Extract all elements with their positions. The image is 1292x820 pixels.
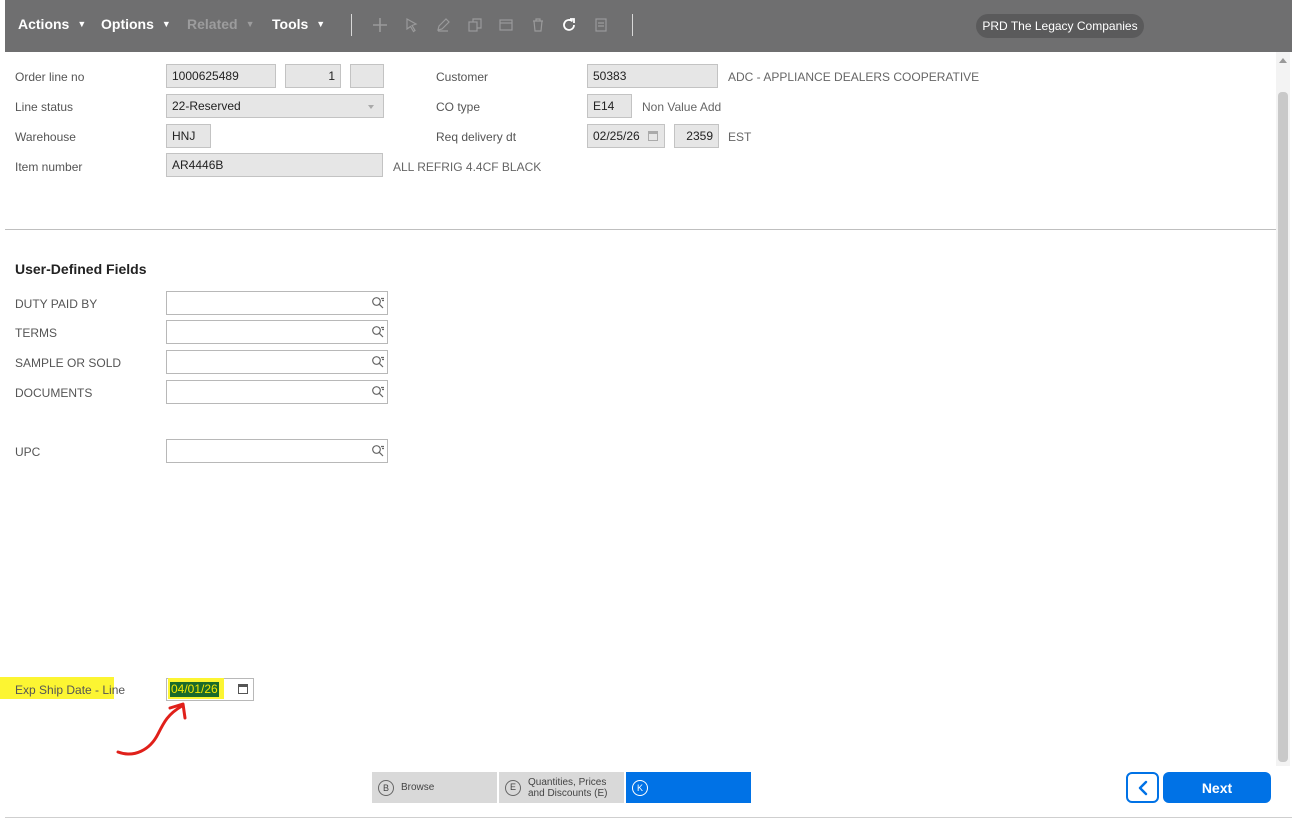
lookup-icon[interactable] — [371, 444, 385, 458]
warehouse-field[interactable]: HNJ — [166, 124, 211, 148]
terms-input[interactable] — [166, 320, 388, 344]
item-number-value: AR4446B — [172, 158, 224, 172]
customer-field[interactable]: 50383 — [587, 64, 718, 88]
exp-ship-date-label: Exp Ship Date - Line — [15, 683, 126, 697]
udf-label: SAMPLE OR SOLD — [15, 356, 122, 370]
line-status-select[interactable]: 22-Reserved — [166, 94, 384, 118]
udf-label: TERMS — [15, 326, 57, 340]
customer-label: Customer — [436, 70, 489, 84]
upc-input[interactable] — [166, 439, 388, 463]
tab-key-badge: B — [378, 779, 394, 796]
actions-menu-label: Actions — [18, 16, 70, 32]
co-type-label: CO type — [436, 100, 481, 114]
scroll-up-arrow-icon[interactable] — [1279, 58, 1287, 63]
lookup-icon[interactable] — [371, 296, 385, 310]
back-button[interactable] — [1126, 772, 1159, 803]
udf-label: DOCUMENTS — [15, 386, 93, 400]
lookup-icon[interactable] — [371, 325, 385, 339]
documents-input[interactable] — [166, 380, 388, 404]
udf-label: UPC — [15, 445, 41, 459]
copy-icon[interactable] — [466, 15, 484, 35]
actions-menu[interactable]: Actions ▼ — [18, 16, 86, 32]
footer-divider — [5, 817, 1292, 818]
req-delivery-label: Req delivery dt — [436, 130, 517, 144]
line-status-label: Line status — [15, 100, 74, 114]
tools-menu-label: Tools — [272, 16, 309, 32]
lookup-icon[interactable] — [371, 355, 385, 369]
line-status-value: 22-Reserved — [172, 99, 241, 113]
item-description: ALL REFRIG 4.4CF BLACK — [393, 160, 542, 174]
company-badge[interactable]: PRD The Legacy Companies — [976, 14, 1144, 38]
tab-label: Browse — [401, 782, 435, 793]
req-delivery-date-value: 02/25/26 — [593, 129, 640, 143]
tab-browse[interactable]: B Browse — [372, 772, 497, 803]
customer-name: ADC - APPLIANCE DEALERS COOPERATIVE — [728, 70, 980, 84]
item-number-label: Item number — [15, 160, 83, 174]
toolbar: Actions ▼ Options ▼ Related ▼ Tools ▼ PR… — [5, 0, 1292, 52]
sample-or-sold-input[interactable] — [166, 350, 388, 374]
udf-label: DUTY PAID BY — [15, 297, 98, 311]
calendar-icon[interactable] — [648, 131, 658, 141]
related-menu-label: Related — [187, 16, 238, 32]
tab-quantities-prices-discounts[interactable]: E Quantities, Prices and Discounts (E) — [499, 772, 624, 803]
annotation-arrow-icon — [116, 702, 187, 756]
chevron-down-icon: ▼ — [77, 19, 87, 29]
timezone-label: EST — [728, 130, 752, 144]
tab-k[interactable]: K — [626, 772, 751, 803]
lookup-icon[interactable] — [371, 385, 385, 399]
options-menu[interactable]: Options ▼ — [101, 16, 171, 32]
item-number-field[interactable]: AR4446B — [166, 153, 383, 177]
order-number-value: 1000625489 — [172, 69, 239, 83]
toolbar-separator — [632, 14, 633, 36]
related-menu[interactable]: Related ▼ — [187, 16, 255, 32]
section-divider — [5, 229, 1276, 230]
chevron-left-icon — [1138, 780, 1147, 795]
notes-icon[interactable] — [592, 15, 610, 35]
edit-icon[interactable] — [434, 15, 452, 35]
customer-value: 50383 — [593, 69, 627, 83]
chevron-down-icon: ▼ — [316, 19, 326, 29]
tab-label: Quantities, Prices and Discounts (E) — [528, 776, 608, 799]
refresh-icon[interactable] — [560, 15, 578, 35]
duty-paid-by-input[interactable] — [166, 291, 388, 315]
tab-key-badge: K — [632, 779, 648, 796]
chevron-down-icon: ▼ — [161, 19, 171, 29]
req-delivery-date-field[interactable]: 02/25/26 — [587, 124, 665, 148]
order-line-label: Order line no — [15, 70, 85, 84]
toolbar-separator — [351, 14, 352, 36]
order-number-field[interactable]: 1000625489 — [166, 64, 276, 88]
req-delivery-time-field[interactable]: 2359 — [674, 124, 719, 148]
calendar-icon[interactable] — [238, 684, 248, 694]
co-type-field[interactable]: E14 — [587, 94, 632, 118]
line-number-field[interactable]: 1 — [285, 64, 341, 88]
tools-menu[interactable]: Tools ▼ — [272, 16, 325, 32]
co-type-description: Non Value Add — [642, 100, 722, 114]
tab-key-badge: E — [505, 779, 521, 796]
warehouse-label: Warehouse — [15, 130, 76, 144]
warehouse-value: HNJ — [172, 129, 196, 143]
exp-ship-date-value[interactable]: 04/01/26 — [170, 682, 219, 697]
req-delivery-time-value: 2359 — [686, 129, 713, 143]
save-icon[interactable] — [497, 15, 515, 35]
sub-line-field[interactable] — [350, 64, 384, 88]
section-title: User-Defined Fields — [15, 261, 147, 277]
select-icon[interactable] — [403, 15, 421, 35]
add-icon[interactable] — [371, 15, 389, 35]
scrollbar-thumb[interactable] — [1278, 92, 1288, 762]
co-type-value: E14 — [593, 99, 615, 113]
next-button[interactable]: Next — [1163, 772, 1271, 803]
line-number-value: 1 — [328, 69, 335, 83]
delete-icon[interactable] — [529, 15, 547, 35]
chevron-down-icon — [368, 105, 374, 109]
options-menu-label: Options — [101, 16, 154, 32]
chevron-down-icon: ▼ — [245, 19, 255, 29]
